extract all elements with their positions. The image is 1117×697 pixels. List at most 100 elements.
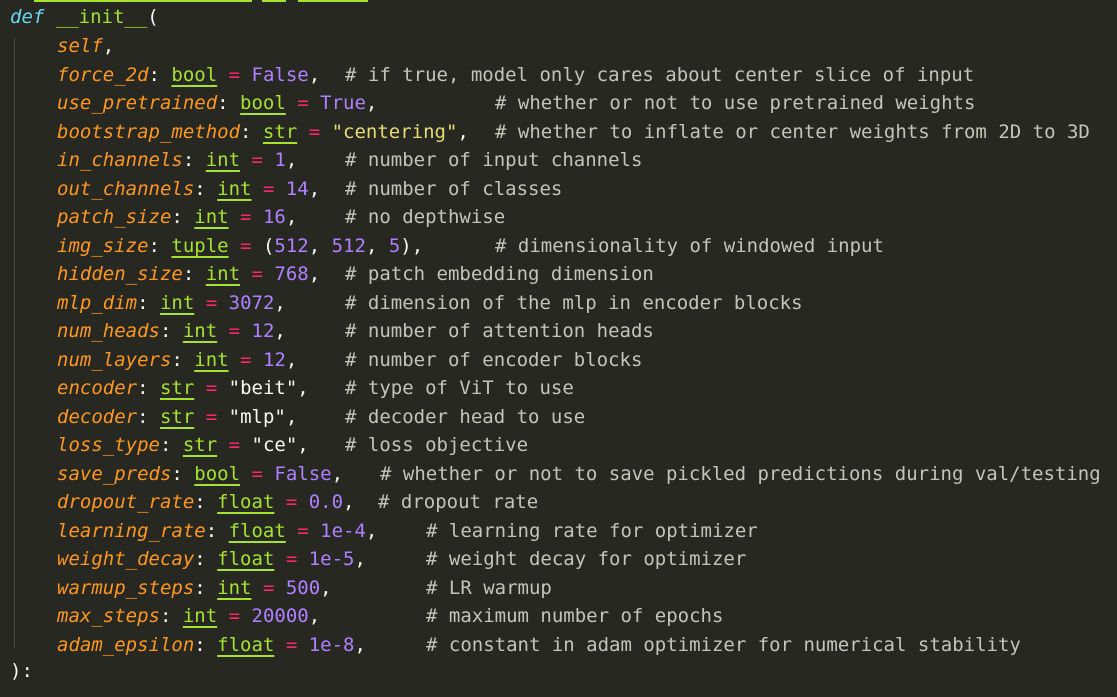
colon: :: [137, 405, 160, 428]
colon: :: [194, 177, 218, 200]
colon: :: [182, 149, 206, 171]
equals-operator: =: [240, 462, 275, 485]
type-annotation: tuple: [171, 234, 229, 257]
type-annotation: float: [228, 519, 286, 542]
comma: ,: [274, 291, 286, 314]
equals-operator: =: [285, 519, 321, 542]
comma: ,: [308, 177, 321, 200]
inline-comment: # number of classes: [345, 177, 563, 200]
colon: :: [137, 291, 160, 314]
code-line-param: hidden_size: int = 768, # patch embedding…: [57, 260, 654, 289]
equals-operator: =: [240, 149, 275, 171]
function-name: __init__: [55, 6, 148, 28]
inline-comment: # LR warmup: [426, 576, 552, 599]
equals-operator: =: [240, 263, 275, 285]
indent-guide: [14, 38, 15, 648]
equals-operator: =: [285, 92, 321, 114]
type-annotation: float: [217, 491, 275, 513]
comma: ,: [411, 234, 424, 257]
type-annotation: int: [194, 206, 229, 228]
code-line-close: ):: [10, 657, 33, 686]
code-line-param: out_channels: int = 14, # number of class…: [57, 175, 562, 204]
inline-comment: # decoder head to use: [345, 405, 586, 428]
colon: :: [194, 576, 218, 599]
inline-comment: # learning rate for optimizer: [426, 519, 758, 542]
def-keyword: def: [10, 6, 45, 28]
code-editor[interactable]: def __init__( self, force_2d: bool = Fals…: [0, 0, 1117, 697]
code-line-param: num_layers: int = 12, # number of encoder…: [57, 346, 642, 375]
inline-comment: # dropout rate: [378, 491, 539, 513]
equals-operator: =: [217, 320, 252, 342]
colon: :: [137, 377, 160, 399]
type-annotation: str: [159, 405, 195, 428]
inline-comment: # type of ViT to use: [345, 377, 574, 399]
inline-comment: # whether or not to save pickled predict…: [380, 462, 1101, 485]
comma: ,: [354, 633, 366, 656]
type-annotation: str: [159, 377, 195, 399]
inline-comment: # patch embedding dimension: [345, 263, 654, 285]
equals-operator: =: [228, 206, 263, 228]
default-value: 1e-5: [308, 548, 355, 570]
default-value: False: [251, 63, 309, 86]
code-line-param: self,: [57, 32, 114, 61]
equals-operator: =: [274, 548, 309, 570]
code-line-param: use_pretrained: bool = True, # whether or…: [57, 89, 975, 118]
param-name: max_steps: [57, 605, 160, 627]
default-value: (512, 512, 5): [262, 234, 412, 257]
inline-comment: # loss objective: [345, 434, 529, 456]
code-line-param: patch_size: int = 16, # no depthwise: [57, 203, 505, 232]
default-value: "mlp": [228, 405, 286, 428]
inline-comment: # if true, model only cares about center…: [345, 63, 975, 86]
default-value: 14: [285, 177, 309, 200]
inline-comment: # whether to inflate or center weights f…: [495, 120, 1090, 143]
equals-operator: =: [251, 576, 286, 599]
comma: ,: [365, 92, 378, 114]
colon: :: [194, 491, 218, 513]
param-name: num_layers: [57, 348, 172, 371]
default-value: 1: [274, 149, 286, 171]
equals-operator: =: [217, 63, 252, 86]
comma: ,: [297, 434, 309, 456]
comma: ,: [308, 63, 321, 86]
param-name: save_preds: [57, 462, 172, 485]
equals-operator: =: [217, 605, 252, 627]
colon: :: [159, 320, 183, 342]
type-annotation: int: [205, 263, 241, 285]
comma: ,: [308, 605, 321, 627]
comma: ,: [331, 462, 344, 485]
param-name: patch_size: [57, 206, 172, 228]
inline-comment: # maximum number of epochs: [426, 605, 724, 627]
equals-operator: =: [274, 491, 309, 513]
code-line-param: num_heads: int = 12, # number of attentio…: [57, 317, 654, 346]
default-value: "centering": [331, 120, 458, 143]
colon: :: [205, 519, 229, 542]
close-paren: ):: [10, 660, 33, 682]
default-value: 0.0: [308, 491, 344, 513]
type-annotation: float: [217, 548, 275, 570]
param-name: num_heads: [57, 320, 160, 342]
default-value: 12: [251, 320, 275, 342]
inline-comment: # number of attention heads: [345, 320, 654, 342]
code-line-param: adam_epsilon: float = 1e-8, # constant in…: [57, 631, 1021, 660]
open-paren: (: [147, 6, 159, 28]
default-value: 500: [285, 576, 321, 599]
inline-comment: # number of input channels: [345, 149, 643, 171]
default-value: 1e-4: [320, 519, 366, 542]
equals-operator: =: [297, 120, 332, 143]
type-annotation: bool: [171, 63, 218, 86]
equals-operator: =: [194, 405, 229, 428]
inline-comment: # no depthwise: [345, 206, 506, 228]
code-line-param: save_preds: bool = False, # whether or no…: [57, 460, 1101, 489]
type-annotation: int: [159, 291, 195, 314]
colon: :: [194, 633, 218, 656]
inline-comment: # dimension of the mlp in encoder blocks: [345, 291, 803, 314]
comma: ,: [320, 576, 332, 599]
param-name: force_2d: [57, 63, 149, 86]
type-annotation: int: [194, 348, 229, 371]
code-line-param: img_size: tuple = (512, 512, 5), # dimens…: [57, 232, 884, 261]
code-line-param: weight_decay: float = 1e-5, # weight deca…: [57, 545, 746, 574]
code-line-param: encoder: str = "beit", # type of ViT to u…: [57, 374, 574, 403]
comma: ,: [274, 320, 286, 342]
default-value: 12: [262, 348, 286, 371]
type-annotation: str: [262, 120, 298, 143]
